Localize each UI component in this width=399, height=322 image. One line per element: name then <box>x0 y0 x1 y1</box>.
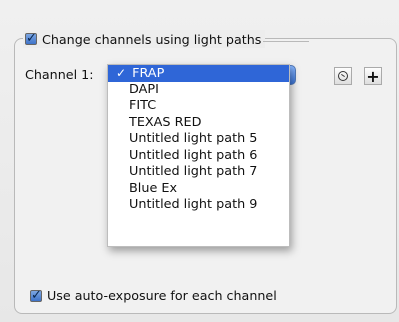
add-channel-button[interactable]: + <box>364 67 382 86</box>
light-path-option-texas-red[interactable]: TEXAS RED <box>108 115 289 132</box>
change-channels-checkbox[interactable]: ✓ <box>25 32 37 45</box>
auto-exposure-checkbox[interactable]: ✓ <box>30 289 42 302</box>
light-path-option-frap[interactable]: ✓ FRAP <box>108 65 289 82</box>
change-channels-checkbox-row[interactable]: ✓ Change channels using light paths <box>23 30 266 48</box>
option-label: FRAP <box>132 66 165 81</box>
reset-icon <box>338 71 348 81</box>
auto-exposure-label: Use auto-exposure for each channel <box>47 288 277 303</box>
channel-1-label: Channel 1: <box>25 67 94 82</box>
group-title-divider <box>263 41 309 42</box>
light-path-option-untitled-5[interactable]: Untitled light path 5 <box>108 131 289 148</box>
reset-channel-button[interactable] <box>334 67 352 85</box>
selected-check-icon: ✓ <box>116 66 127 80</box>
channel-light-path-menu[interactable]: ✓ FRAP DAPI FITC TEXAS RED Untitled ligh… <box>107 64 290 247</box>
light-path-settings-panel: ✓ Change channels using light paths Chan… <box>0 0 399 322</box>
light-path-option-untitled-6[interactable]: Untitled light path 6 <box>108 148 289 165</box>
light-path-option-fitc[interactable]: FITC <box>108 98 289 115</box>
light-path-option-untitled-9[interactable]: Untitled light path 9 <box>108 197 289 214</box>
light-path-option-untitled-7[interactable]: Untitled light path 7 <box>108 164 289 181</box>
change-channels-label: Change channels using light paths <box>42 31 262 47</box>
light-path-option-blue-ex[interactable]: Blue Ex <box>108 181 289 198</box>
auto-exposure-checkbox-row[interactable]: ✓ Use auto-exposure for each channel <box>30 288 277 303</box>
light-path-option-dapi[interactable]: DAPI <box>108 82 289 99</box>
